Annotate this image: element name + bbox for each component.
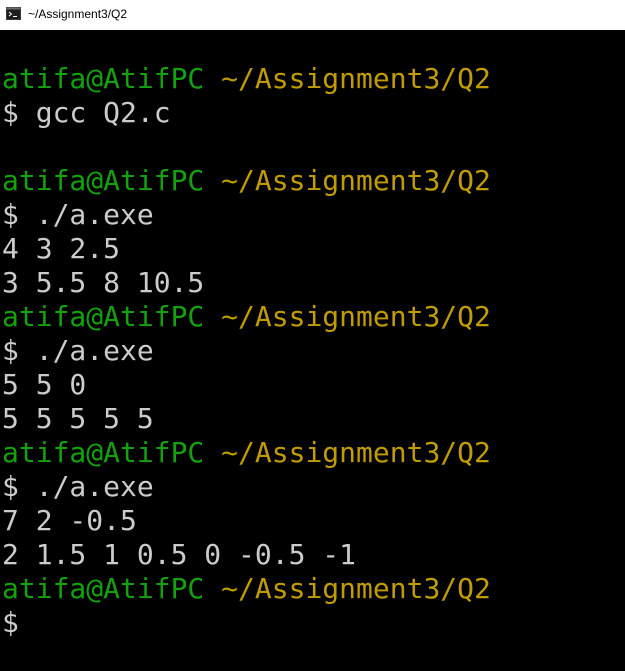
line-text: 3 5.5 8 10.5 <box>2 266 205 299</box>
line-text: 2 1.5 1 0.5 0 -0.5 -1 <box>2 538 357 571</box>
prompt-user: atifa@AtifPC <box>2 572 205 605</box>
prompt-line: atifa@AtifPC ~/Assignment3/Q2 <box>2 572 491 606</box>
output-line: $ ./a.exe <box>2 470 491 504</box>
output-line: 3 5.5 8 10.5 <box>2 266 491 300</box>
prompt-user: atifa@AtifPC <box>2 436 205 469</box>
output-line: $ ./a.exe <box>2 198 491 232</box>
terminal-window: ~/Assignment3/Q2 atifa@AtifPC ~/Assignme… <box>0 0 625 671</box>
window-title: ~/Assignment3/Q2 <box>28 7 128 21</box>
output-line: $ ./a.exe <box>2 334 491 368</box>
prompt-user: atifa@AtifPC <box>2 62 205 95</box>
prompt-path: ~/Assignment3/Q2 <box>221 62 491 95</box>
prompt-path: ~/Assignment3/Q2 <box>221 436 491 469</box>
prompt-line: atifa@AtifPC ~/Assignment3/Q2 <box>2 300 491 334</box>
line-text: $ ./a.exe <box>2 334 154 367</box>
prompt-line: atifa@AtifPC ~/Assignment3/Q2 <box>2 436 491 470</box>
prompt-line: atifa@AtifPC ~/Assignment3/Q2 <box>2 164 491 198</box>
prompt-path: ~/Assignment3/Q2 <box>221 572 491 605</box>
terminal-icon <box>6 7 21 20</box>
line-text: $ gcc Q2.c <box>2 96 171 129</box>
output-line: $ gcc Q2.c <box>2 96 491 130</box>
terminal-lines: atifa@AtifPC ~/Assignment3/Q2 $ gcc Q2.c a… <box>2 62 491 640</box>
line-text: $ <box>2 606 19 639</box>
output-line: 4 3 2.5 <box>2 232 491 266</box>
line-text: 4 3 2.5 <box>2 232 121 265</box>
output-line: $ <box>2 606 491 640</box>
output-line: 2 1.5 1 0.5 0 -0.5 -1 <box>2 538 491 572</box>
terminal-output[interactable]: atifa@AtifPC ~/Assignment3/Q2 $ gcc Q2.c a… <box>0 30 625 671</box>
prompt-path: ~/Assignment3/Q2 <box>221 300 491 333</box>
title-bar[interactable]: ~/Assignment3/Q2 <box>0 0 625 30</box>
prompt-user: atifa@AtifPC <box>2 300 205 333</box>
line-text: 7 2 -0.5 <box>2 504 137 537</box>
output-line: 5 5 0 <box>2 368 491 402</box>
prompt-line: atifa@AtifPC ~/Assignment3/Q2 <box>2 62 491 96</box>
line-text: $ ./a.exe <box>2 198 154 231</box>
prompt-user: atifa@AtifPC <box>2 164 205 197</box>
line-text: $ ./a.exe <box>2 470 154 503</box>
output-line: 5 5 5 5 5 <box>2 402 491 436</box>
output-line: 7 2 -0.5 <box>2 504 491 538</box>
line-text: 5 5 5 5 5 <box>2 402 154 435</box>
prompt-path: ~/Assignment3/Q2 <box>221 164 491 197</box>
line-text: 5 5 0 <box>2 368 87 401</box>
